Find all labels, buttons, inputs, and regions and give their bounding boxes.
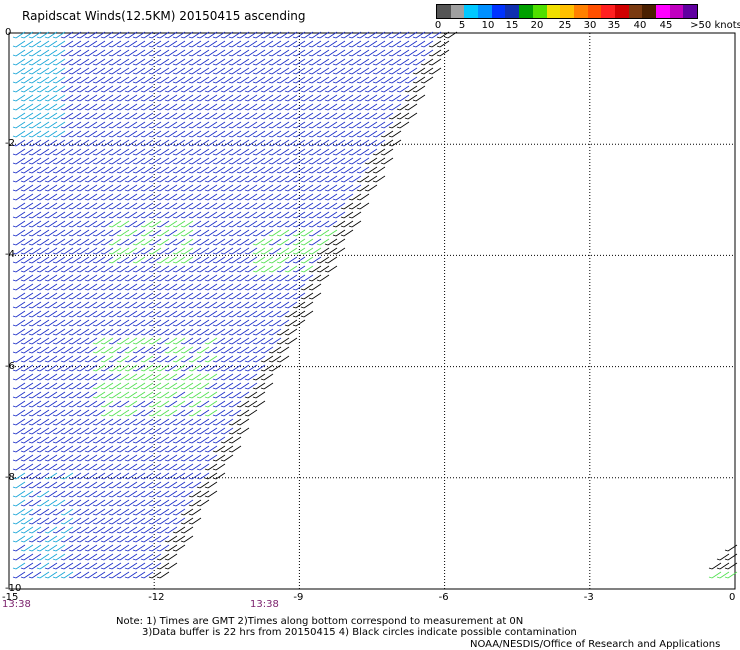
x-tick-label: -9 — [293, 592, 304, 603]
wind-barb-group-blue — [12, 31, 442, 579]
y-tick-label: -8 — [5, 471, 15, 483]
y-tick-label: 0 — [5, 27, 12, 38]
x-tick-label: -6 — [438, 592, 449, 603]
note-line-1: Note: 1) Times are GMT 2)Times along bot… — [116, 616, 524, 627]
time-label-center: 13:38 — [250, 599, 279, 610]
notes: Note: 1) Times are GMT 2)Times along bot… — [116, 616, 577, 638]
y-tick-label: -2 — [5, 138, 15, 150]
y-tick-label: -4 — [5, 249, 15, 261]
note-line-2: 3)Data buffer is 22 hrs from 20150415 4)… — [142, 627, 577, 638]
x-tick-label: -12 — [148, 592, 165, 603]
wind-barb-group-green — [92, 220, 738, 579]
time-label-left: 13:38 — [2, 599, 31, 610]
y-tick-label: -10 — [5, 583, 22, 594]
x-tick-label: 0 — [729, 592, 736, 603]
wind-barb-map — [8, 31, 738, 590]
y-tick-label: -6 — [5, 360, 15, 372]
x-tick-label: -3 — [583, 592, 594, 603]
wind-barbs — [12, 31, 738, 579]
credit-line: NOAA/NESDIS/Office of Research and Appli… — [470, 639, 721, 650]
wind-barb-group-lblue — [12, 31, 74, 579]
